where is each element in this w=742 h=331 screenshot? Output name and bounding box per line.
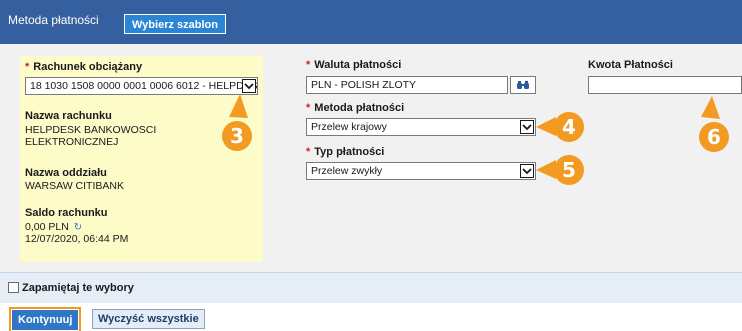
continue-button[interactable]: Kontynuuj: [8, 307, 82, 331]
account-balance-label: Saldo rachunku: [25, 207, 108, 219]
payment-type-label-text: Typ płatności: [314, 146, 385, 158]
required-marker: *: [306, 146, 311, 158]
payment-type-select[interactable]: Przelew zwykły: [306, 162, 536, 180]
required-marker: *: [306, 59, 311, 71]
currency-label: * Waluta płatności: [306, 59, 401, 71]
page-header: Metoda płatności Wybierz szablon: [0, 0, 742, 44]
annotation-6-badge: 6: [699, 122, 729, 152]
binoculars-icon[interactable]: [510, 76, 536, 94]
chevron-down-icon[interactable]: [242, 79, 256, 93]
remember-choices-checkbox[interactable]: [8, 282, 19, 293]
debit-account-panel: * Rachunek obciążany 18 1030 1508 0000 00…: [20, 56, 263, 262]
amount-input[interactable]: [588, 76, 742, 94]
account-balance-date: 12/07/2020, 06:44 PM: [25, 233, 129, 245]
refresh-icon[interactable]: ↻: [74, 222, 82, 233]
account-name-line1: HELPDESK BANKOWOSCI: [25, 124, 157, 136]
debit-account-label-text: Rachunek obciążany: [33, 61, 143, 73]
required-marker: *: [306, 102, 311, 114]
currency-label-text: Waluta płatności: [314, 59, 402, 71]
payment-type-value: Przelew zwykły: [311, 165, 383, 177]
debit-account-value: 18 1030 1508 0000 0001 0006 6012 - HELPD…: [30, 80, 258, 92]
payment-method-value: Przelew krajowy: [311, 121, 387, 133]
remember-choices-label[interactable]: Zapamiętaj te wybory: [22, 282, 134, 294]
payment-method-select[interactable]: Przelew krajowy: [306, 118, 536, 136]
form-actions: Kontynuuj Wyczyść wszystkie: [0, 303, 742, 331]
account-name-line2: ELEKTRONICZNEJ: [25, 136, 119, 148]
required-marker: *: [25, 61, 30, 73]
payment-method-label-text: Metoda płatności: [314, 102, 405, 114]
annotation-4-badge: 4: [554, 112, 584, 142]
branch-name-value: WARSAW CITIBANK: [25, 180, 124, 192]
chevron-down-icon[interactable]: [520, 120, 534, 134]
chevron-down-icon[interactable]: [520, 164, 534, 178]
currency-field[interactable]: PLN - POLISH ZLOTY: [306, 76, 508, 94]
choose-template-button[interactable]: Wybierz szablon: [124, 14, 226, 34]
branch-name-label: Nazwa oddziału: [25, 167, 107, 179]
payment-type-label: * Typ płatności: [306, 146, 384, 158]
account-name-label: Nazwa rachunku: [25, 110, 112, 122]
page-title: Metoda płatności: [8, 13, 99, 27]
amount-label: Kwota Płatności: [588, 59, 673, 71]
annotation-5-badge: 5: [554, 155, 584, 185]
debit-account-select[interactable]: 18 1030 1508 0000 0001 0006 6012 - HELPD…: [25, 77, 258, 95]
remember-choices-bar: Zapamiętaj te wybory: [0, 272, 742, 303]
payment-method-label: * Metoda płatności: [306, 102, 404, 114]
account-balance-value: 0,00 PLN: [25, 221, 69, 233]
debit-account-label: * Rachunek obciążany: [25, 61, 142, 73]
clear-all-button[interactable]: Wyczyść wszystkie: [92, 309, 205, 329]
annotation-3-badge: 3: [222, 121, 252, 151]
